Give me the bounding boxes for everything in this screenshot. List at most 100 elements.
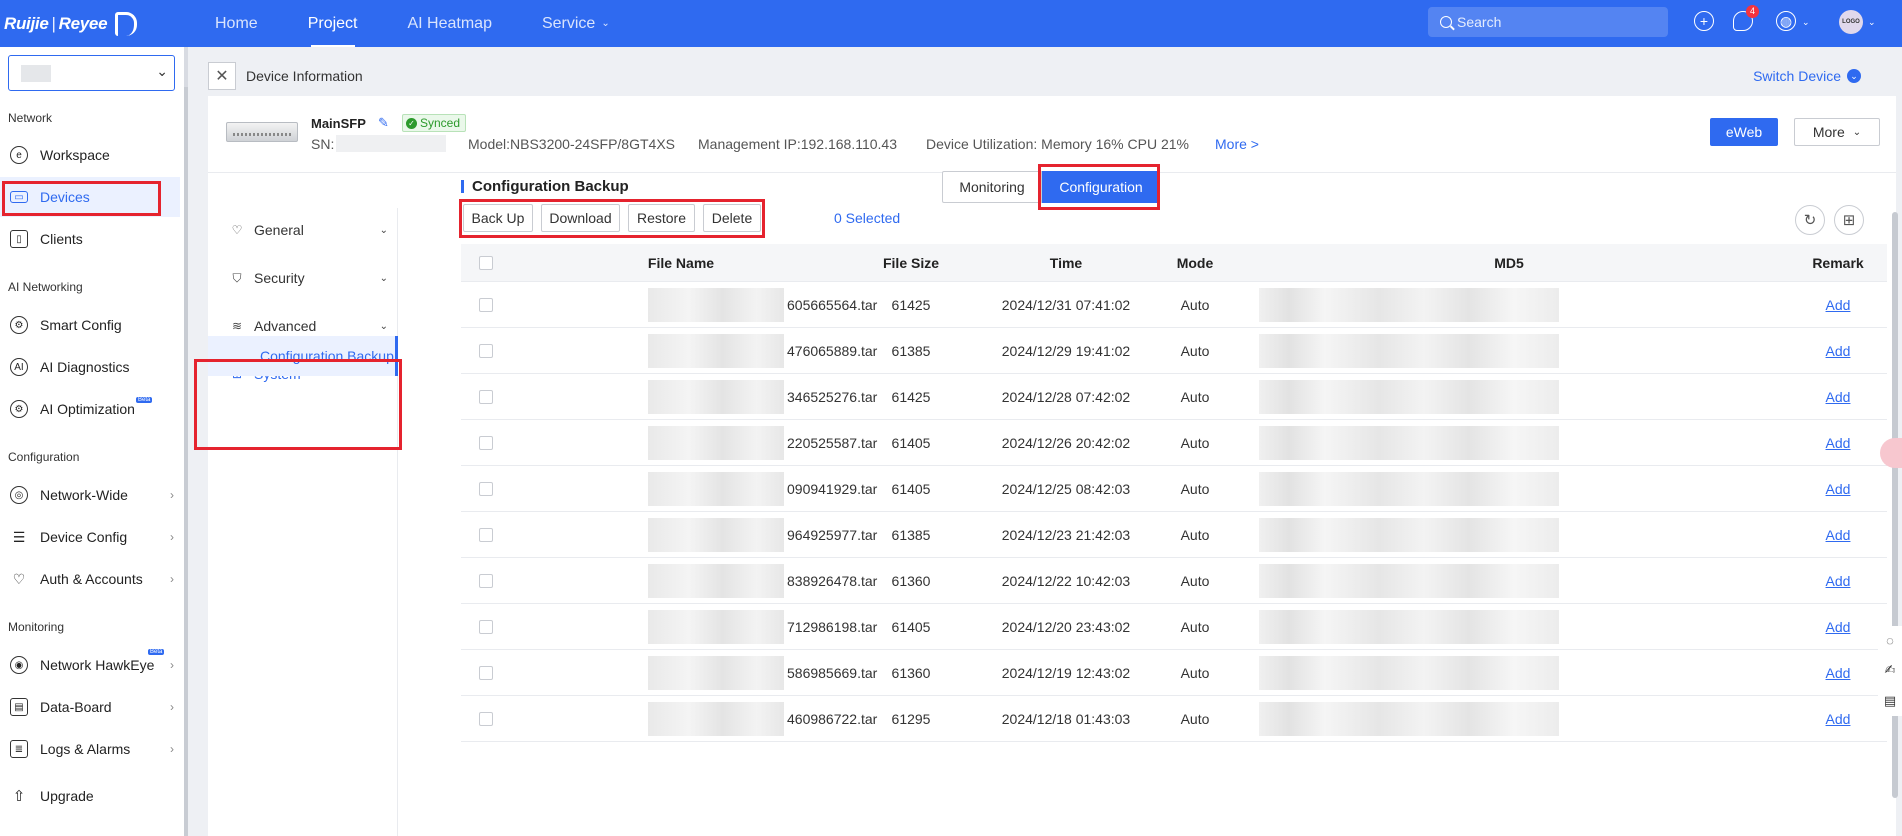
checkbox[interactable] [479,481,493,496]
row-checkbox[interactable] [461,282,511,327]
topnav-item-home[interactable]: Home [190,0,283,47]
table-row[interactable]: 346525276.tar 61425 2024/12/28 07:42:02 Aut… [461,374,1887,420]
row-checkbox[interactable] [461,558,511,603]
sidebar-item-smart-config[interactable]: ⚙ Smart Config [0,305,180,345]
more-details-link[interactable]: More > [1215,136,1259,152]
checkbox[interactable] [479,665,493,680]
col-remark: Remark [1812,254,1864,271]
topnav-item-ai-heatmap[interactable]: AI Heatmap [382,0,516,47]
checkbox[interactable] [479,711,493,726]
table-row[interactable]: 586985669.tar 61360 2024/12/19 12:43:02 Aut… [461,650,1887,696]
switch-device-link[interactable]: Switch Device ⌄ [1753,68,1861,84]
checkbox[interactable] [479,389,493,404]
checkbox[interactable] [479,619,493,634]
add-remark-link[interactable]: Add [1826,527,1851,543]
subnav-advanced[interactable]: ≋ Advanced ⌄ [230,314,390,338]
checkbox[interactable] [479,255,493,270]
backup-table: File Name File Size Time Mode MD5 Remark… [461,244,1887,742]
file-name-cell: 586985669.tar [511,650,877,695]
chat-icon[interactable]: ◌ [1886,633,1894,648]
project-select[interactable]: ⌄ [8,55,175,91]
column-settings-icon[interactable]: ⊞ [1834,205,1864,235]
checkbox[interactable] [479,573,493,588]
clipboard-icon[interactable]: ▤ [1884,693,1896,709]
notification-badge: 4 [1746,5,1759,18]
subnav-general[interactable]: ♡ General ⌄ [230,218,390,242]
checkbox[interactable] [479,435,493,450]
sidebar-item-auth-accounts[interactable]: ♡ Auth & Accounts › [0,559,180,599]
floating-assistant-tab[interactable] [1880,438,1902,468]
add-remark-link[interactable]: Add [1826,619,1851,635]
more-button[interactable]: More ⌄ [1794,118,1880,146]
check-icon: ✓ [406,117,417,129]
add-remark-link[interactable]: Add [1826,481,1851,497]
sidebar-item-data-board[interactable]: ▤ Data-Board › [0,687,180,727]
add-remark-link[interactable]: Add [1826,297,1851,313]
tab-monitoring[interactable]: Monitoring [942,171,1042,203]
table-row[interactable]: 712986198.tar 61405 2024/12/20 23:43:02 Aut… [461,604,1887,650]
sidebar-item-ai-optimization[interactable]: ⚙ AI Optimization Beta [0,389,180,429]
sidebar-item-network-wide[interactable]: ◎ Network-Wide › [0,475,180,515]
management-ip: Management IP:192.168.110.43 [698,136,898,152]
backup-mode: Auto [1180,526,1210,543]
row-checkbox[interactable] [461,604,511,649]
edit-icon[interactable]: ✎ [378,115,389,131]
add-icon[interactable]: + [1694,11,1714,31]
row-checkbox[interactable] [461,420,511,465]
language-chevron-down-icon[interactable]: ⌄ [1802,17,1810,28]
add-remark-link[interactable]: Add [1826,711,1851,727]
table-row[interactable]: 964925977.tar 61385 2024/12/23 21:42:03 Aut… [461,512,1887,558]
table-row[interactable]: 838926478.tar 61360 2024/12/22 10:42:03 Aut… [461,558,1887,604]
sidebar-item-label: Data-Board [40,699,112,715]
table-row[interactable]: 460986722.tar 61295 2024/12/18 01:43:03 Aut… [461,696,1887,742]
file-prefix-redacted [648,702,784,736]
account-chevron-down-icon[interactable]: ⌄ [1868,17,1876,28]
add-remark-link[interactable]: Add [1826,665,1851,681]
checkbox[interactable] [479,527,493,542]
add-remark-link[interactable]: Add [1826,389,1851,405]
row-checkbox[interactable] [461,328,511,373]
table-row[interactable]: 220525587.tar 61405 2024/12/26 20:42:02 Aut… [461,420,1887,466]
checkbox[interactable] [479,343,493,358]
eweb-button[interactable]: eWeb [1710,118,1778,146]
row-checkbox[interactable] [461,650,511,695]
table-row[interactable]: 476065889.tar 61385 2024/12/29 19:41:02 Aut… [461,328,1887,374]
highlight-toolbar [459,199,765,238]
select-all-checkbox[interactable] [461,244,511,281]
topnav-item-service[interactable]: Service ⌄ [517,0,635,47]
topnav-item-project[interactable]: Project [283,0,383,47]
sidebar-scrollbar[interactable] [184,87,188,836]
sidebar-item-network-hawkeye[interactable]: ◉ Network HawkEye Beta › [0,645,180,685]
globe-icon[interactable]: ◍ [1776,11,1796,31]
device-name: MainSFP [311,116,366,131]
sidebar-item-workspace[interactable]: e Workspace [0,135,180,175]
close-icon[interactable]: ✕ [208,62,236,90]
checkbox[interactable] [479,297,493,312]
sidebar-item-logs-alarms[interactable]: ≣ Logs & Alarms › [0,729,180,769]
sidebar-item-device-config[interactable]: ☰ Device Config › [0,517,180,557]
sidebar-item-upgrade[interactable]: ⇧ Upgrade [0,776,180,816]
md5-redacted [1259,610,1559,644]
brand-logo[interactable]: Ruijie | Reyee [4,11,154,36]
sidebar-item-clients[interactable]: ▯ Clients [0,219,180,259]
search-input[interactable]: Search [1428,7,1668,37]
subnav-security[interactable]: ⛉ Security ⌄ [230,266,390,290]
file-name-cell: 090941929.tar [511,466,877,511]
sidebar-item-ai-diagnostics[interactable]: AI AI Diagnostics [0,347,180,387]
row-checkbox[interactable] [461,374,511,419]
row-checkbox[interactable] [461,696,511,741]
table-row[interactable]: 605665564.tar 61425 2024/12/31 07:41:02 Aut… [461,282,1887,328]
refresh-icon[interactable]: ↻ [1795,205,1825,235]
row-checkbox[interactable] [461,466,511,511]
md5-cell [1229,282,1789,327]
file-name-cell: 220525587.tar [511,420,877,465]
avatar[interactable]: LOGO [1839,10,1863,34]
feedback-icon[interactable]: ✍ [1885,662,1896,678]
message-icon[interactable]: 4 [1733,5,1759,31]
table-row[interactable]: 090941929.tar 61405 2024/12/25 08:42:03 Aut… [461,466,1887,512]
row-checkbox[interactable] [461,512,511,557]
add-remark-link[interactable]: Add [1826,435,1851,451]
add-remark-link[interactable]: Add [1826,343,1851,359]
add-remark-link[interactable]: Add [1826,573,1851,589]
section-title-text: Configuration Backup [472,178,629,195]
